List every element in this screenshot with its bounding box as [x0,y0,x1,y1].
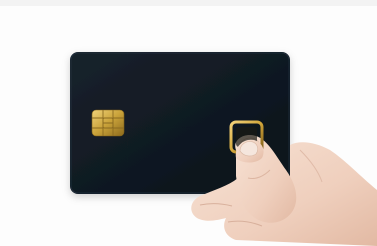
scene-svg [0,0,377,246]
product-photo [0,0,377,246]
top-strip [0,0,377,6]
emv-chip-icon [91,109,125,137]
